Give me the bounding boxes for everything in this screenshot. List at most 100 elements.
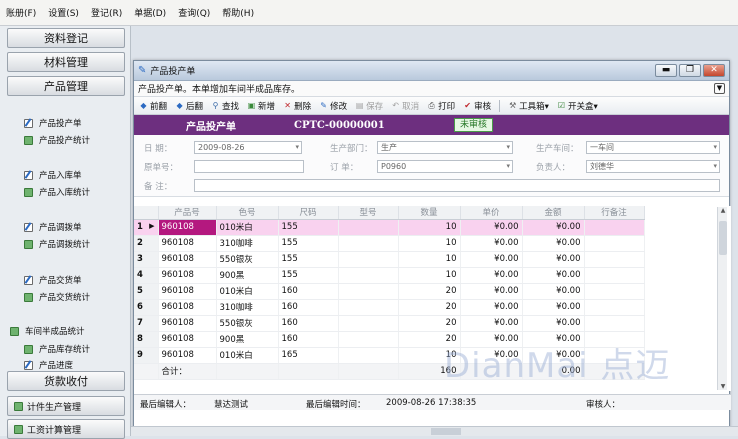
cell-color[interactable]: 010米白 <box>216 219 279 236</box>
date-field[interactable]: 2009-08-26 ▾ <box>194 141 302 154</box>
cell-qty[interactable]: 20 <box>398 299 461 316</box>
table-row[interactable]: 2 960108 310咖啡 155 10 ¥0.00 ¥0.00 <box>134 235 645 252</box>
nav-item-transfer-order[interactable]: 产品调拨单 <box>24 221 82 233</box>
table-row[interactable]: 9 960108 010米白 165 10 ¥0.00 ¥0.00 <box>134 347 645 364</box>
cell-product[interactable]: 960108 <box>158 251 217 268</box>
cell-product[interactable]: 960108 <box>158 283 217 300</box>
cell-color[interactable]: 550银灰 <box>216 251 279 268</box>
cell-note[interactable] <box>584 331 645 348</box>
cell-note[interactable] <box>584 219 645 236</box>
workshop-field[interactable]: 一车间 ▾ <box>586 141 720 154</box>
cell-color[interactable]: 550银灰 <box>216 315 279 332</box>
nav-salary-button[interactable]: 工资计算管理 <box>7 419 125 439</box>
hscroll-thumb[interactable] <box>431 428 461 435</box>
column-header[interactable]: 型号 <box>338 206 399 220</box>
nav-payment-button[interactable]: 货款收付 <box>7 371 125 391</box>
cell-model[interactable] <box>338 315 399 332</box>
chevron-down-icon[interactable]: ▼ <box>714 83 725 94</box>
cell-color[interactable]: 010米白 <box>216 283 279 300</box>
cell-amount[interactable]: ¥0.00 <box>522 315 585 332</box>
cell-amount[interactable]: ¥0.00 <box>522 347 585 364</box>
save-button[interactable]: ▤ 保存 <box>355 100 383 112</box>
chevron-down-icon[interactable]: ▾ <box>713 161 717 172</box>
cell-product[interactable]: 960108 <box>158 315 217 332</box>
restore-button[interactable]: ❐ <box>679 64 701 77</box>
nav-item-stock-in-stats[interactable]: 产品入库统计 <box>24 186 90 198</box>
switch-button[interactable]: ☑ 开关盒▾ <box>557 100 598 112</box>
table-row[interactable]: 1 ▶ 960108 010米白 155 10 ¥0.00 ¥0.00 <box>134 219 645 236</box>
nav-item-delivery-stats[interactable]: 产品交货统计 <box>24 291 90 303</box>
chevron-down-icon[interactable]: ▾ <box>295 142 299 153</box>
column-header[interactable]: 色号 <box>216 206 279 220</box>
cell-qty[interactable]: 10 <box>398 235 461 252</box>
cell-note[interactable] <box>584 299 645 316</box>
order-field[interactable]: P0960 ▾ <box>377 160 513 173</box>
cell-note[interactable] <box>584 267 645 284</box>
cell-note[interactable] <box>584 315 645 332</box>
table-row[interactable]: 4 960108 900黑 155 10 ¥0.00 ¥0.00 <box>134 267 645 284</box>
next-button[interactable]: ◆ 后翻 <box>175 100 203 112</box>
menu-documents[interactable]: 单据(D) <box>134 6 166 19</box>
nav-item-delivery-order[interactable]: 产品交货单 <box>24 274 82 286</box>
table-row[interactable]: 3 960108 550银灰 155 10 ¥0.00 ¥0.00 <box>134 251 645 268</box>
close-button[interactable]: ✕ <box>703 64 725 77</box>
cell-model[interactable] <box>338 251 399 268</box>
cell-size[interactable]: 165 <box>278 347 339 364</box>
cell-size[interactable]: 155 <box>278 251 339 268</box>
cell-product[interactable]: 960108 <box>158 347 217 364</box>
cell-price[interactable]: ¥0.00 <box>460 283 523 300</box>
menu-help[interactable]: 帮助(H) <box>222 6 254 19</box>
cell-size[interactable]: 155 <box>278 235 339 252</box>
cell-amount[interactable]: ¥0.00 <box>522 299 585 316</box>
cell-qty[interactable]: 10 <box>398 219 461 236</box>
cell-price[interactable]: ¥0.00 <box>460 299 523 316</box>
nav-item-production-order[interactable]: 产品投产单 <box>24 117 82 129</box>
main-horizontal-scrollbar[interactable] <box>131 426 738 436</box>
cell-note[interactable] <box>584 283 645 300</box>
cell-price[interactable]: ¥0.00 <box>460 235 523 252</box>
cell-size[interactable]: 160 <box>278 283 339 300</box>
scroll-down-icon[interactable]: ▼ <box>718 383 728 390</box>
column-header[interactable]: 尺码 <box>278 206 339 220</box>
cell-price[interactable]: ¥0.00 <box>460 251 523 268</box>
nav-item-semi-finished-stats[interactable]: 车间半成品统计 <box>10 325 85 337</box>
nav-item-production-stats[interactable]: 产品投产统计 <box>24 134 90 146</box>
window-titlebar[interactable]: ✎ 产品投产单 ▬ ❐ ✕ <box>134 61 729 81</box>
cell-model[interactable] <box>338 235 399 252</box>
cell-size[interactable]: 160 <box>278 331 339 348</box>
cell-color[interactable]: 310咖啡 <box>216 299 279 316</box>
table-row[interactable]: 6 960108 310咖啡 160 20 ¥0.00 ¥0.00 <box>134 299 645 316</box>
chevron-down-icon[interactable]: ▾ <box>506 142 510 153</box>
nav-material-button[interactable]: 材料管理 <box>7 52 125 72</box>
nav-item-transfer-stats[interactable]: 产品调拨统计 <box>24 238 90 250</box>
cell-qty[interactable]: 20 <box>398 331 461 348</box>
owner-field[interactable]: 刘德华 ▾ <box>586 160 720 173</box>
cell-note[interactable] <box>584 235 645 252</box>
minimize-button[interactable]: ▬ <box>655 64 677 77</box>
menu-file[interactable]: 账册(F) <box>6 6 36 19</box>
cell-model[interactable] <box>338 331 399 348</box>
column-header[interactable]: 行备注 <box>584 206 645 220</box>
prev-button[interactable]: ◆ 前翻 <box>139 100 167 112</box>
cell-amount[interactable]: ¥0.00 <box>522 251 585 268</box>
cell-qty[interactable]: 20 <box>398 283 461 300</box>
print-button[interactable]: ⎙ 打印 <box>427 100 455 112</box>
cell-amount[interactable]: ¥0.00 <box>522 267 585 284</box>
edit-button[interactable]: ✎ 修改 <box>319 100 347 112</box>
orig-field[interactable] <box>194 160 304 173</box>
audit-button[interactable]: ✔ 审核 <box>463 100 491 112</box>
nav-item-inventory-stats[interactable]: 产品库存统计 <box>24 343 90 355</box>
cell-color[interactable]: 900黑 <box>216 331 279 348</box>
cell-price[interactable]: ¥0.00 <box>460 331 523 348</box>
menu-settings[interactable]: 设置(S) <box>48 6 79 19</box>
cell-color[interactable]: 900黑 <box>216 267 279 284</box>
cell-product[interactable]: 960108 <box>158 299 217 316</box>
cell-model[interactable] <box>338 219 399 236</box>
cell-amount[interactable]: ¥0.00 <box>522 235 585 252</box>
find-button[interactable]: ⚲ 查找 <box>211 100 239 112</box>
cell-price[interactable]: ¥0.00 <box>460 219 523 236</box>
menu-query[interactable]: 查询(Q) <box>178 6 210 19</box>
cell-price[interactable]: ¥0.00 <box>460 315 523 332</box>
chevron-down-icon[interactable]: ▾ <box>713 142 717 153</box>
cell-qty[interactable]: 10 <box>398 251 461 268</box>
